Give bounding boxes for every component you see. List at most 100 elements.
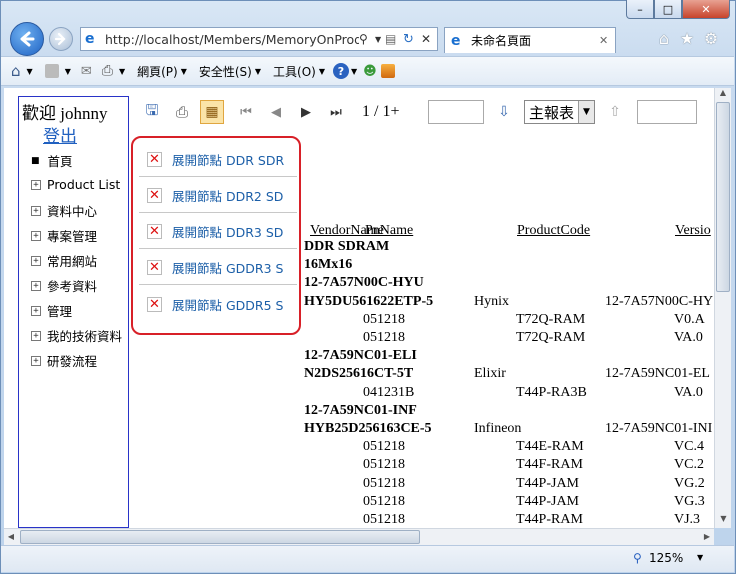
dropdown-arrow-icon[interactable]: ▼	[375, 35, 385, 44]
welcome-text: 歡迎 johnny	[22, 104, 108, 123]
product-code-cell: T44P-RA3B	[516, 385, 587, 400]
expand-node-ddr2[interactable]: ✕ 展開節點 DDR2 SD	[139, 179, 297, 213]
expand-plus-icon[interactable]: +	[31, 205, 41, 216]
minimize-button[interactable]: –	[626, 0, 654, 19]
vertical-scrollbar[interactable]: ▲ ▼	[714, 88, 731, 528]
product-code-cell: T44P-JAM	[516, 476, 580, 491]
print-report-icon[interactable]: ⎙	[170, 100, 194, 124]
sidebar-item-home[interactable]: ■ 首頁	[31, 151, 73, 170]
sidebar-item-projects[interactable]: + 專案管理	[31, 226, 97, 245]
back-button[interactable]	[10, 22, 44, 56]
zoom-dropdown-icon[interactable]: ▼	[697, 553, 703, 562]
select-arrow-icon: ▼	[578, 101, 595, 123]
scroll-up-arrow-icon[interactable]: ▲	[715, 88, 731, 102]
horizontal-scroll-thumb[interactable]	[20, 530, 420, 544]
zoom-level[interactable]: 125%	[649, 551, 683, 565]
expand-node-gddr5[interactable]: ✕ 展開節點 GDDR5 S	[139, 287, 297, 321]
tools-menu-label: 工具(O)	[273, 64, 316, 79]
close-window-button[interactable]: ✕	[682, 0, 730, 19]
expand-plus-icon[interactable]: +	[31, 230, 41, 241]
broken-image-icon: ✕	[147, 260, 162, 275]
group-heading: 12-7A59NC01-ELI	[304, 348, 417, 363]
product-code-cell: T44E-RAM	[516, 439, 584, 454]
search-icon[interactable]: ⚲	[359, 32, 375, 46]
vendor-name: Hynix	[474, 294, 509, 309]
expand-node-ddr-sdr[interactable]: ✕ 展開節點 DDR SDR	[139, 143, 297, 177]
logout-link[interactable]: 登出	[43, 122, 77, 147]
header-pn-name[interactable]: PnName	[365, 223, 413, 239]
maximize-button[interactable]: □	[654, 0, 682, 19]
home-icon[interactable]: ⌂	[655, 30, 673, 48]
scroll-down-arrow-icon[interactable]: ▼	[715, 514, 732, 528]
page-menu[interactable]: 網頁(P) ▼	[137, 60, 187, 82]
zoom-input[interactable]	[637, 100, 698, 124]
horizontal-scrollbar[interactable]: ◀ ▶	[4, 528, 714, 545]
address-url[interactable]: http://localhost/Members/MemoryOnProdu	[105, 32, 359, 47]
document-map-icon[interactable]: ▦	[200, 100, 224, 124]
previous-page-icon[interactable]: ◀	[264, 100, 288, 124]
header-version[interactable]: Versio	[675, 223, 711, 239]
expand-plus-icon[interactable]: +	[31, 255, 41, 266]
sidebar-item-websites[interactable]: + 常用網站	[31, 251, 97, 270]
report-select[interactable]: 主報表 ▼	[524, 100, 596, 124]
export-icon[interactable]: 🖫	[140, 100, 164, 124]
sidebar-item-product-list[interactable]: + Product List	[31, 177, 120, 192]
compatibility-view-icon[interactable]: ▤	[385, 32, 403, 46]
expand-plus-icon[interactable]: +	[31, 330, 41, 341]
help-icon[interactable]: ?	[332, 63, 349, 79]
find-icon[interactable]: ⇩	[492, 100, 516, 124]
forward-button[interactable]	[49, 27, 73, 51]
sidebar-item-label: Product List	[47, 177, 121, 192]
home-command-icon[interactable]: ⌂	[11, 60, 21, 82]
sidebar-item-references[interactable]: + 參考資料	[31, 276, 97, 295]
expand-node-label: 展開節點 DDR3 SD	[172, 225, 284, 240]
sidebar-item-data-center[interactable]: + 資料中心	[31, 201, 97, 220]
sidebar-item-label: 資料中心	[47, 204, 98, 219]
expand-node-ddr3[interactable]: ✕ 展開節點 DDR3 SD	[139, 215, 297, 249]
rss-dropdown-icon[interactable]: ▼	[65, 60, 71, 82]
expand-plus-icon[interactable]: +	[31, 280, 41, 291]
mail-icon[interactable]: ✉	[81, 60, 92, 82]
expand-plus-icon[interactable]: +	[31, 305, 41, 316]
address-bar[interactable]: e http://localhost/Members/MemoryOnProdu…	[80, 27, 438, 51]
rss-feed-icon[interactable]	[44, 64, 59, 78]
next-page-icon[interactable]: ▶	[294, 100, 318, 124]
print-dropdown-icon[interactable]: ▼	[119, 60, 125, 82]
home-dropdown-icon[interactable]: ▼	[27, 60, 33, 82]
date-cell: 051218	[363, 457, 405, 472]
sidebar-item-rd-process[interactable]: + 研發流程	[31, 351, 97, 370]
ie-tab-icon: e	[451, 32, 461, 49]
close-icon: ✕	[701, 2, 711, 16]
part-number: HY5DU561622ETP-5	[304, 294, 434, 309]
sidebar-item-my-tech-data[interactable]: + 我的技術資料	[31, 326, 122, 345]
header-product-code[interactable]: ProductCode	[517, 223, 590, 239]
report-toolbar: 🖫 ⎙ ▦ ⏮ ◀ ▶ ⏭ 1 / 1+ ⇩ 主報表 ▼ ⇧	[140, 96, 698, 128]
expand-plus-icon[interactable]: +	[31, 355, 41, 366]
tools-menu[interactable]: 工具(O) ▼	[273, 60, 325, 82]
first-page-icon[interactable]: ⏮	[234, 100, 258, 124]
last-page-icon[interactable]: ⏭	[324, 100, 348, 124]
stop-icon[interactable]: ✕	[421, 32, 437, 46]
date-cell: 051218	[363, 439, 405, 454]
scroll-left-arrow-icon[interactable]: ◀	[4, 529, 18, 545]
favorites-star-icon[interactable]: ★	[678, 30, 696, 48]
tools-gear-icon[interactable]: ⚙	[702, 30, 720, 48]
zoom-icon[interactable]: ⚲	[633, 551, 642, 565]
addon-icon[interactable]	[380, 64, 395, 78]
version-cell: VC.2	[674, 457, 704, 472]
vertical-scroll-thumb[interactable]	[716, 102, 730, 292]
sidebar-item-admin[interactable]: + 管理	[31, 301, 72, 320]
messenger-icon[interactable]: ☻	[363, 60, 377, 82]
expand-node-gddr3[interactable]: ✕ 展開節點 GDDR3 S	[139, 251, 297, 285]
expand-plus-icon[interactable]: +	[31, 179, 41, 190]
refresh-icon[interactable]: ↻	[403, 32, 421, 47]
safety-menu[interactable]: 安全性(S) ▼	[199, 60, 261, 82]
print-icon[interactable]: ⎙	[102, 60, 113, 82]
back-to-parent-icon[interactable]: ⇧	[603, 100, 627, 124]
tab-close-icon[interactable]: ✕	[599, 34, 615, 47]
help-dropdown-icon[interactable]: ▼	[351, 60, 357, 82]
tab-current[interactable]: e 未命名頁面 ✕	[444, 27, 616, 53]
find-input[interactable]	[428, 100, 484, 124]
scroll-right-arrow-icon[interactable]: ▶	[700, 529, 714, 545]
sidebar-item-label: 研發流程	[47, 354, 98, 369]
